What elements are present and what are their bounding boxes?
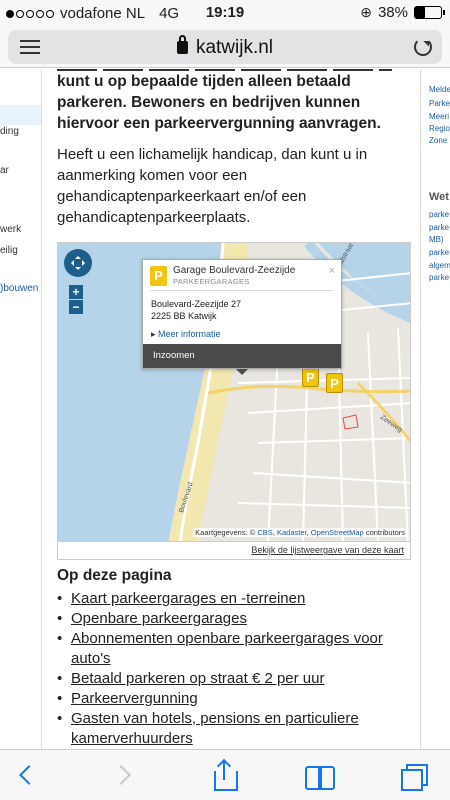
right-nav-item[interactable]: Melde <box>429 85 450 94</box>
tabs-icon[interactable] <box>400 762 430 791</box>
right-nav-item[interactable]: Parke <box>429 99 450 108</box>
browser-address-bar: katwijk.nl <box>0 26 450 68</box>
attribution-link-osm[interactable]: OpenStreetMap <box>311 528 364 537</box>
left-nav-item[interactable]: ar <box>0 165 9 176</box>
attribution-link-cbs[interactable]: CBS <box>257 528 272 537</box>
right-nav-heading: Wet <box>429 191 449 203</box>
zoom-in-button[interactable]: + <box>69 285 83 299</box>
map-pan-control[interactable] <box>64 249 92 277</box>
list-item: Kaart parkeergarages en -terreinen <box>57 589 417 609</box>
left-nav-item[interactable]: )bouwen <box>0 283 38 294</box>
right-nav-item[interactable]: Regio <box>429 124 450 133</box>
right-nav-item[interactable]: parke <box>429 210 449 219</box>
battery-icon <box>414 6 445 19</box>
popup-close-button[interactable]: × <box>329 265 335 277</box>
on-page-link[interactable]: Betaald parkeren op straat € 2 per uur <box>71 670 325 687</box>
list-item: Betaald parkeren op straat € 2 per uur <box>57 669 417 689</box>
status-bar: vodafone NL 4G 19:19 ⊕ 38% <box>0 0 450 26</box>
map-list-view-link[interactable]: Bekijk de lijstweergave van deze kaart <box>251 545 404 555</box>
popup-pointer <box>236 369 248 381</box>
lock-icon <box>176 35 188 54</box>
url-field[interactable]: katwijk.nl <box>8 30 442 64</box>
right-nav-item[interactable]: parke <box>429 248 449 257</box>
parking-marker[interactable]: P <box>326 373 343 393</box>
parking-icon: P <box>150 266 167 286</box>
popup-title: Garage Boulevard-Zeezijde <box>173 265 296 276</box>
on-page-heading: Op deze pagina <box>57 567 172 584</box>
on-page-link[interactable]: Gasten van hotels, pensions en particuli… <box>71 710 359 747</box>
share-icon[interactable] <box>210 758 240 791</box>
left-nav-item[interactable]: eilig <box>0 245 18 256</box>
zoom-in-popup-button[interactable]: Inzoomen <box>143 344 341 368</box>
right-nav-item[interactable]: parke <box>429 273 449 282</box>
right-nav-item[interactable]: Meeri <box>429 112 449 121</box>
map-popup: P Garage Boulevard-Zeezijde PARKEERGARAG… <box>142 259 342 369</box>
right-nav-item[interactable]: Zone <box>429 136 447 145</box>
intro-paragraph: Heeft u een lichamelijk handicap, dan ku… <box>57 146 368 226</box>
popup-address: Boulevard-Zeezijde 27 2225 BB Katwijk <box>151 298 241 322</box>
popup-divider <box>150 290 334 291</box>
url-text: katwijk.nl <box>195 37 274 58</box>
on-page-links: Kaart parkeergarages en -terreinen Openb… <box>57 589 417 749</box>
intro-bold-text: kunt u op bepaalde tijden alleen betaald… <box>57 73 381 132</box>
reload-icon[interactable] <box>414 38 432 56</box>
left-nav-item[interactable]: ding <box>0 126 19 137</box>
parking-map[interactable]: Boulevard Zeeweg aalstraat + − P P P Gar… <box>57 242 411 542</box>
rotation-lock-icon: ⊕ <box>360 4 372 20</box>
address-line-1: Boulevard-Zeezijde 27 <box>151 299 242 309</box>
address-line-2: 2225 BB Katwijk <box>151 311 217 321</box>
map-attribution: Kaartgegevens: © CBS, Kadaster, OpenStre… <box>193 528 407 537</box>
forward-arrow-icon[interactable] <box>110 762 140 790</box>
on-page-link[interactable]: Openbare parkeergarages <box>71 610 247 627</box>
more-info-link[interactable]: Meer informatie <box>151 329 221 340</box>
right-nav-item[interactable]: MB) <box>429 235 444 244</box>
map-list-view-link-bar: Bekijk de lijstweergave van deze kaart <box>57 542 411 560</box>
left-navigation: ding ar werk eilig )bouwen <box>0 69 42 749</box>
bookmarks-icon[interactable] <box>305 762 335 790</box>
list-item: Openbare parkeergarages <box>57 609 417 629</box>
right-nav-item[interactable]: parke <box>429 223 449 232</box>
back-arrow-icon[interactable] <box>12 762 42 790</box>
right-nav-item[interactable]: algem <box>429 261 450 270</box>
on-page-link[interactable]: Kaart parkeergarages en -terreinen <box>71 590 305 607</box>
popup-category: PARKEERGARAGES <box>173 277 250 286</box>
parking-marker[interactable]: P <box>302 367 319 387</box>
list-item: Gasten van hotels, pensions en particuli… <box>57 709 417 749</box>
attribution-link-kadaster[interactable]: Kadaster <box>277 528 307 537</box>
list-item: Parkeervergunning <box>57 689 417 709</box>
on-page-link[interactable]: Abonnementen openbare parkeergarages voo… <box>71 630 383 667</box>
battery-percentage: 38% <box>377 4 408 21</box>
right-sidebar: Melde Parke Meeri Regio Zone Wet parke p… <box>420 69 450 749</box>
list-item: Abonnementen openbare parkeergarages voo… <box>57 629 417 669</box>
url-display[interactable]: katwijk.nl <box>8 35 442 59</box>
left-nav-active-highlight <box>0 105 41 125</box>
zoom-out-button[interactable]: − <box>69 300 83 314</box>
left-nav-item[interactable]: werk <box>0 224 21 235</box>
browser-toolbar <box>0 749 450 800</box>
web-content: ding ar werk eilig )bouwen Melde Parke M… <box>0 69 450 749</box>
main-content: kunt u op bepaalde tijden alleen betaald… <box>57 69 417 228</box>
on-page-link[interactable]: Parkeervergunning <box>71 690 198 707</box>
